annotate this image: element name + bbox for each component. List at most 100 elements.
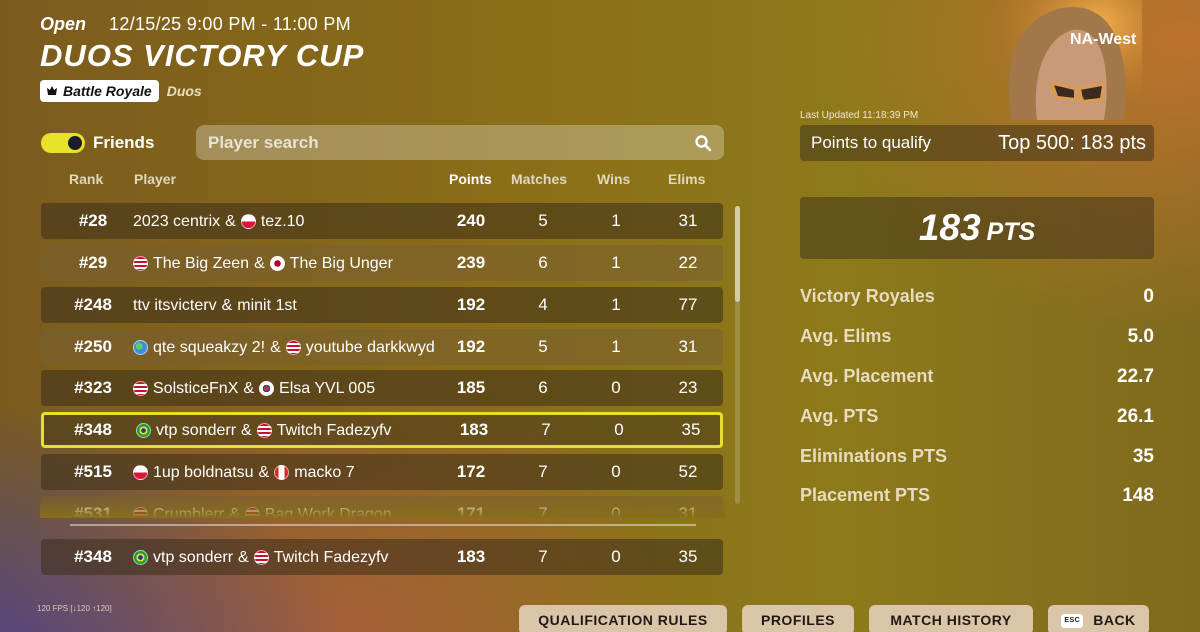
row-points: 183: [459, 420, 489, 439]
row-elims: 35: [678, 547, 698, 566]
player-two-name: minit 1st: [237, 296, 297, 314]
player-two-name: macko 7: [294, 463, 355, 481]
player-separator: &: [241, 421, 252, 439]
table-header: Rank Player Points Matches Wins Elims: [40, 171, 724, 189]
col-elims[interactable]: Elims: [668, 171, 705, 187]
stat-label: Eliminations PTS: [800, 446, 948, 466]
search-input[interactable]: [208, 132, 694, 153]
stat-label: Victory Royales: [800, 286, 935, 306]
player-one-name: vtp sonderr: [153, 548, 234, 566]
back-button[interactable]: ESC BACK: [1048, 605, 1149, 632]
player-two-name: tez.10: [260, 212, 305, 230]
player-search[interactable]: [196, 125, 724, 160]
row-players: 1up boldnatsu & macko 7: [133, 454, 443, 490]
table-row[interactable]: #28 2023 centrix & tez.10 240 5 1 31: [41, 203, 723, 239]
row-elims: 31: [678, 337, 698, 356]
page-title: DUOS VICTORY CUP: [40, 38, 365, 73]
region-label: NA-West: [1070, 31, 1137, 48]
row-elims: 22: [678, 253, 698, 272]
row-players: 2023 centrix & tez.10: [133, 203, 443, 239]
match-history-label: MATCH HISTORY: [890, 612, 1012, 628]
row-points: 192: [456, 295, 486, 314]
row-wins: 0: [611, 462, 621, 481]
row-wins: 0: [611, 378, 621, 397]
usa-flag-icon: [133, 380, 148, 396]
character-avatar: [992, 0, 1142, 120]
row-matches: 6: [538, 253, 548, 272]
row-points: 240: [456, 211, 486, 230]
friends-toggle[interactable]: [41, 133, 85, 153]
table-row-highlighted[interactable]: #348 vtp sonderr & Twitch Fadezyfv 183 7 0 35: [41, 412, 723, 448]
row-rank: #28: [78, 211, 108, 230]
player-one-name: vtp sonderr: [156, 421, 237, 439]
player-separator: &: [221, 296, 233, 314]
player-one-name: 2023 centrix: [133, 212, 221, 230]
row-rank: #323: [74, 378, 112, 397]
table-row[interactable]: #250 qte squeakzy 2! & youtube darkkwyd 192 5…: [41, 329, 723, 365]
usa-flag-icon: [133, 255, 148, 271]
row-points: 183: [456, 547, 486, 566]
mode-badge: Battle Royale: [40, 80, 159, 102]
table-row[interactable]: #515 1up boldnatsu & macko 7 172 7 0 52: [41, 454, 723, 490]
points-total-panel: 183 PTS: [800, 197, 1154, 259]
usa-flag-icon: [256, 422, 272, 438]
stat-label: Avg. Placement: [800, 366, 934, 386]
player-separator: &: [254, 254, 265, 272]
col-player[interactable]: Player: [134, 171, 176, 187]
stat-row: Avg. Placement 22.7: [800, 366, 1154, 390]
row-rank: #248: [74, 295, 112, 314]
row-elims: 23: [678, 378, 698, 397]
table-row[interactable]: #248 ttv itsvicterv & minit 1st 192 4 1 77: [41, 287, 723, 323]
esc-key-icon: ESC: [1061, 614, 1084, 629]
row-wins: 0: [611, 547, 621, 566]
row-rank: #515: [74, 462, 112, 481]
stat-value: 0: [1143, 286, 1154, 307]
usa-flag-icon: [253, 549, 269, 565]
qualify-value: Top 500: 183 pts: [998, 132, 1146, 154]
row-players: ttv itsvicterv & minit 1st: [133, 287, 443, 323]
player-two-name: youtube darkkwyd: [305, 338, 435, 356]
stat-row: Avg. PTS 26.1: [800, 406, 1154, 430]
col-matches[interactable]: Matches: [511, 171, 567, 187]
stat-value: 22.7: [1117, 366, 1154, 387]
col-rank[interactable]: Rank: [69, 171, 103, 187]
scrollbar-thumb[interactable]: [735, 206, 740, 302]
mode-badge-label: Battle Royale: [63, 83, 152, 99]
points-unit: PTS: [986, 218, 1036, 246]
table-row[interactable]: #348 vtp sonderr & Twitch Fadezyfv 183 7 0 35: [41, 539, 723, 575]
stat-label: Avg. Elims: [800, 326, 892, 346]
toggle-knob: [68, 136, 82, 150]
poland-flag-icon: [133, 464, 148, 480]
globe-flag-icon: [133, 339, 148, 355]
points-total: 183: [918, 207, 981, 248]
row-matches: 5: [538, 337, 548, 356]
stat-row: Placement PTS 148: [800, 485, 1154, 509]
match-history-button[interactable]: MATCH HISTORY: [869, 605, 1033, 632]
row-wins: 0: [614, 420, 624, 439]
table-row[interactable]: #323 SolsticeFnX & Elsa YVL 005 185 6 0 23: [41, 370, 723, 406]
divider: [70, 524, 696, 526]
mode-info: Battle Royale Duos: [40, 80, 202, 102]
search-icon[interactable]: [694, 134, 712, 152]
row-points: 172: [456, 462, 486, 481]
player-two-name: Twitch Fadezyfv: [276, 421, 392, 439]
player-separator: &: [225, 212, 236, 230]
qualification-rules-label: QUALIFICATION RULES: [538, 612, 708, 628]
stat-value: 148: [1122, 485, 1154, 506]
event-status-line: Open 12/15/25 9:00 PM - 11:00 PM: [40, 14, 351, 35]
col-points[interactable]: Points: [449, 171, 492, 187]
brazil-flag-icon: [133, 549, 148, 565]
event-status: Open: [40, 14, 87, 34]
player-separator: &: [238, 548, 249, 566]
table-row[interactable]: #29 The Big Zeen & The Big Unger 239 6 1 22: [41, 245, 723, 281]
row-wins: 1: [611, 295, 621, 314]
row-elims: 31: [678, 211, 698, 230]
row-rank: #29: [78, 253, 108, 272]
qualification-rules-button[interactable]: QUALIFICATION RULES: [519, 605, 727, 632]
player-one-name: 1up boldnatsu: [153, 463, 254, 481]
qualify-panel: Points to qualify Top 500: 183 pts: [800, 125, 1154, 161]
col-wins[interactable]: Wins: [597, 171, 630, 187]
stat-label: Placement PTS: [800, 485, 931, 505]
profiles-button[interactable]: PROFILES: [742, 605, 854, 632]
player-one-name: ttv itsvicterv: [133, 296, 217, 314]
